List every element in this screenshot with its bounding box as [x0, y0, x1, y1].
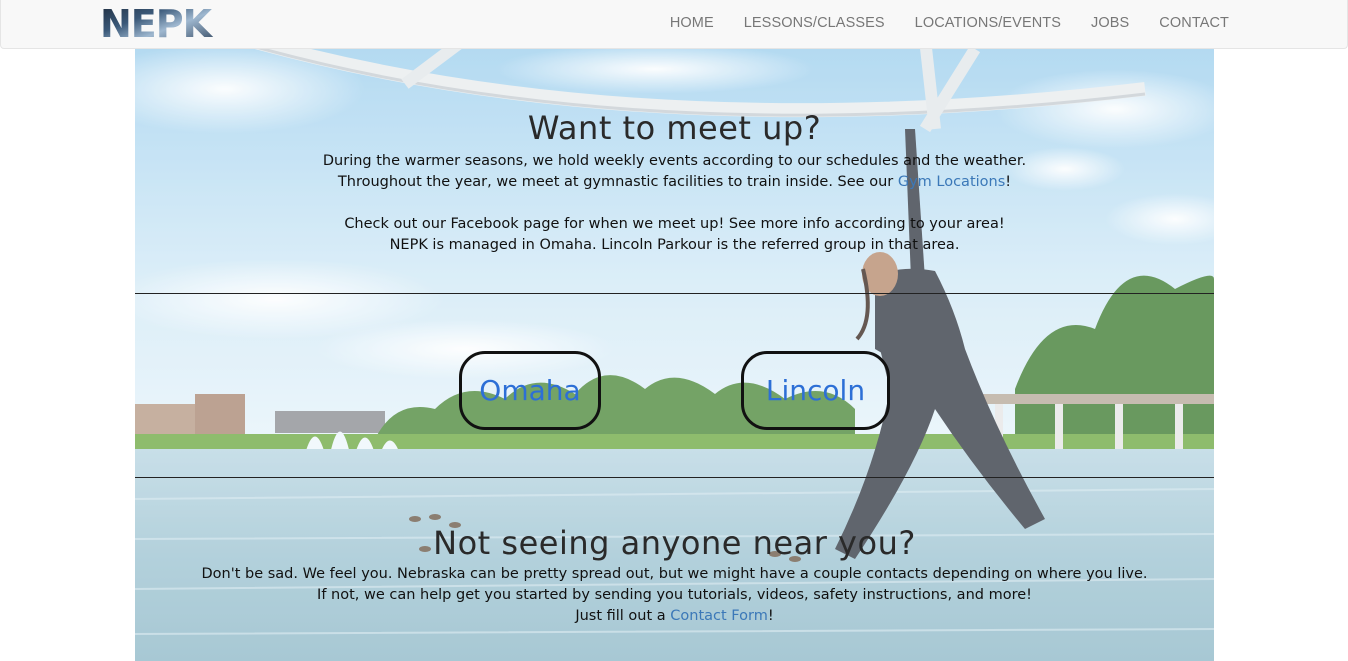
meetup-line-1: During the warmer seasons, we hold weekl…	[322, 153, 1027, 169]
contact-form-link[interactable]: Contact Form	[670, 608, 768, 624]
nav-locations-events-link[interactable]: LOCATIONS/EVENTS	[915, 15, 1061, 31]
nav-contact-link[interactable]: CONTACT	[1159, 15, 1229, 31]
omaha-button[interactable]: Omaha	[459, 351, 601, 430]
nobody-line-3-text: Just fill out a	[575, 608, 671, 624]
meetup-description: During the warmer seasons, we hold weekl…	[135, 151, 1214, 256]
meetup-section: Want to meet up? During the warmer seaso…	[135, 109, 1214, 256]
gym-locations-link[interactable]: Gym Locations	[898, 174, 1005, 190]
nobody-line-3-end: !	[767, 608, 774, 624]
nobody-near-heading: Not seeing anyone near you?	[433, 524, 916, 562]
meetup-line-4: NEPK is managed in Omaha. Lincoln Parkou…	[389, 237, 960, 253]
nav-lessons-classes-link[interactable]: LESSONS/CLASSES	[744, 15, 885, 31]
nepk-logo-image: NEPK	[100, 5, 215, 41]
divider-top	[135, 293, 1214, 294]
navbar: NEPK HOME LESSONS/CLASSES LOCATIONS/EVEN…	[0, 0, 1348, 49]
meetup-line-2-end: !	[1005, 174, 1012, 190]
nobody-near-section: Not seeing anyone near you? Don't be sad…	[135, 524, 1214, 627]
logo-text: NEPK	[100, 5, 214, 41]
nepk-logo[interactable]: NEPK	[100, 5, 218, 41]
meetup-line-3: Check out our Facebook page for when we …	[344, 216, 1005, 232]
nobody-line-1: Don't be sad. We feel you. Nebraska can …	[201, 566, 1148, 582]
nav-home-link[interactable]: HOME	[670, 15, 714, 31]
lincoln-button[interactable]: Lincoln	[741, 351, 890, 430]
nobody-line-2: If not, we can help get you started by s…	[317, 587, 1032, 603]
nobody-line-3: Just fill out a Contact Form!	[135, 606, 1214, 627]
nav-jobs-link[interactable]: JOBS	[1091, 15, 1129, 31]
meetup-line-2: Throughout the year, we meet at gymnasti…	[135, 172, 1214, 193]
nobody-near-description: Don't be sad. We feel you. Nebraska can …	[135, 564, 1214, 627]
hero-section: Want to meet up? During the warmer seaso…	[135, 49, 1214, 661]
meetup-heading: Want to meet up?	[527, 109, 822, 147]
meetup-line-2-text: Throughout the year, we meet at gymnasti…	[337, 174, 898, 190]
main-nav: HOME LESSONS/CLASSES LOCATIONS/EVENTS JO…	[640, 0, 1229, 46]
divider-bottom	[135, 477, 1214, 478]
